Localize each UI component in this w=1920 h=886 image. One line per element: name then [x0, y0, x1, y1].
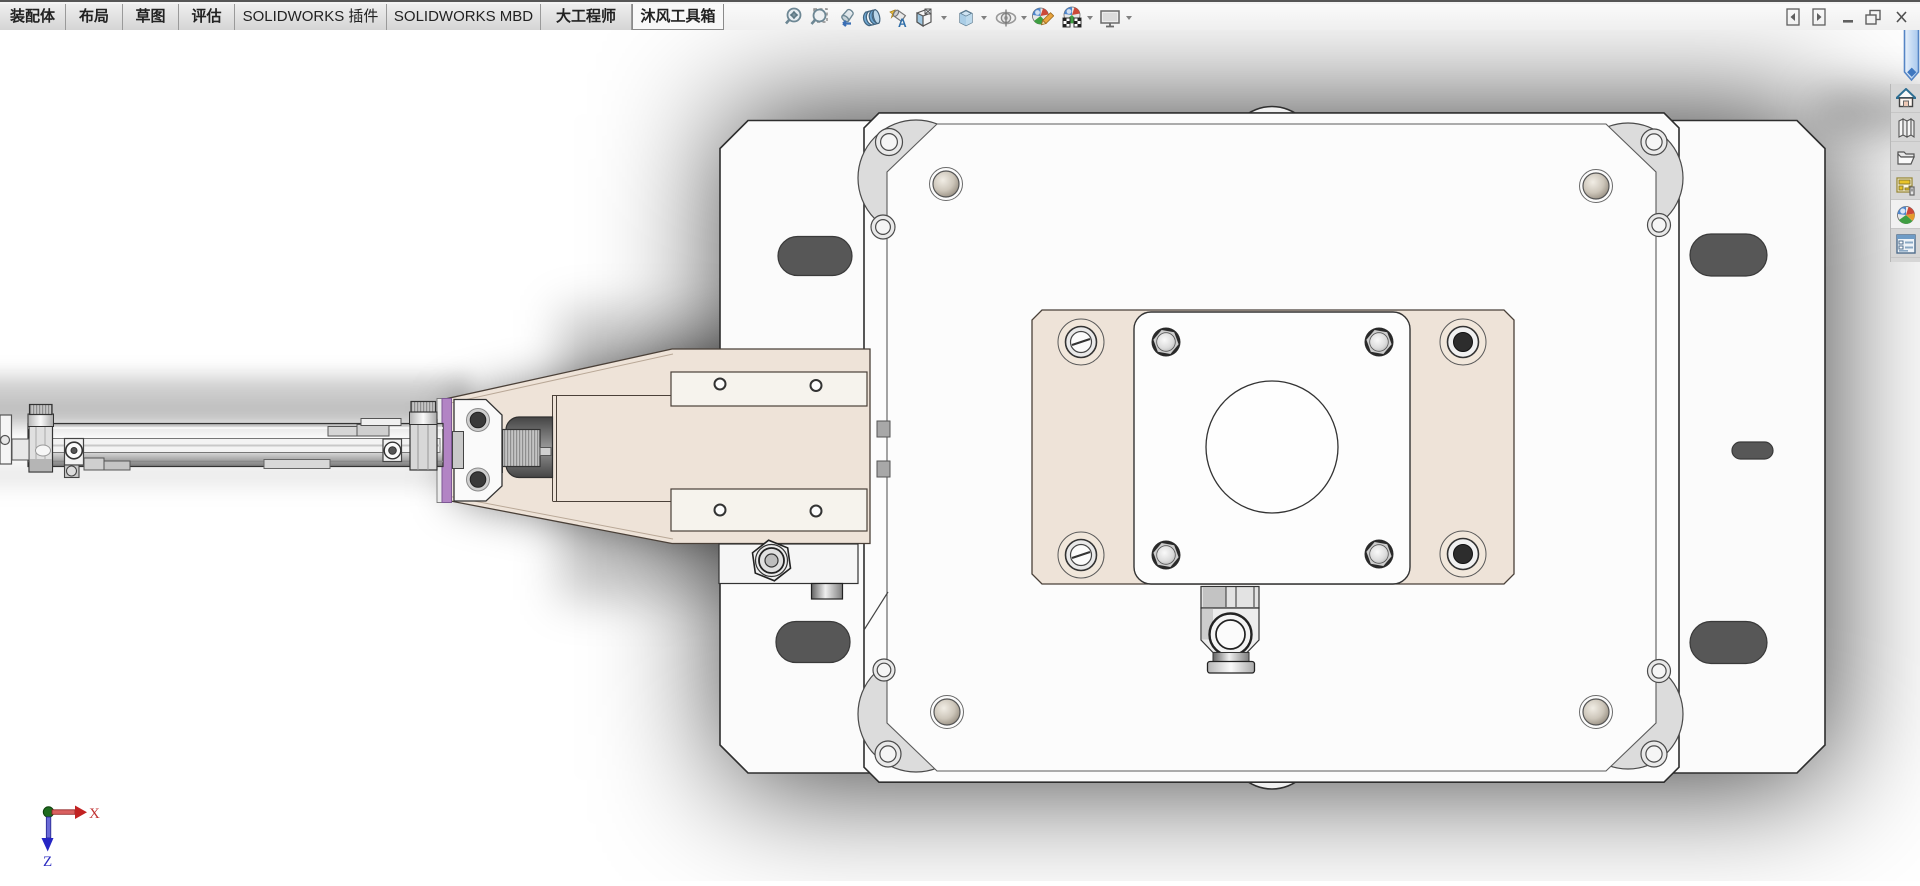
- svg-text:A: A: [898, 16, 907, 30]
- svg-text:X: X: [89, 806, 100, 822]
- svg-text:Z: Z: [43, 854, 52, 870]
